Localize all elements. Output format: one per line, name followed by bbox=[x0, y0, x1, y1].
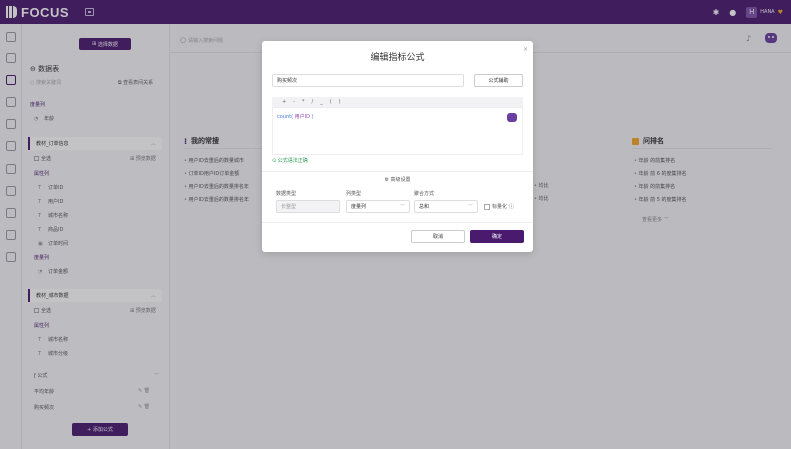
operator-open-paren[interactable]: ( bbox=[330, 99, 332, 105]
column-type-value: 度量列 bbox=[351, 204, 367, 210]
operator-divide[interactable]: / bbox=[312, 99, 314, 105]
syntax-status: ⊙ 公式语法正确 bbox=[272, 157, 308, 164]
robot-icon[interactable] bbox=[507, 113, 517, 122]
data-type-field: 长整型 bbox=[276, 200, 340, 213]
aggregation-select[interactable]: 总和 ﹀ bbox=[414, 200, 478, 213]
normalize-option[interactable]: 标量化 ⓘ bbox=[484, 203, 514, 210]
normalize-label: 标量化 bbox=[492, 204, 508, 210]
formula-function: count( bbox=[277, 114, 294, 120]
advanced-settings-toggle[interactable]: ⚙ 高级设置 bbox=[262, 171, 533, 183]
operator-underscore[interactable]: _ bbox=[320, 99, 323, 105]
footer-divider bbox=[262, 222, 533, 223]
normalize-checkbox[interactable] bbox=[484, 203, 490, 210]
edit-formula-dialog: 编辑指标公式 × 购买频次 公式辅助 + - * / _ ( ) count( … bbox=[262, 41, 533, 252]
column-type-select[interactable]: 度量列 ﹀ bbox=[346, 200, 410, 213]
aggregation-value: 总和 bbox=[419, 204, 430, 210]
syntax-status-text: 公式语法正确 bbox=[277, 158, 308, 164]
formula-name-input[interactable]: 购买频次 bbox=[272, 74, 464, 87]
data-type-label: 数据类型 bbox=[276, 191, 297, 197]
chevron-down-icon: ﹀ bbox=[399, 204, 405, 210]
column-type-label: 列类型 bbox=[346, 191, 362, 197]
close-icon[interactable]: × bbox=[523, 46, 528, 53]
operator-close-paren[interactable]: ) bbox=[339, 99, 341, 105]
chevron-down-icon: ﹀ bbox=[467, 204, 473, 210]
advanced-title: 高级设置 bbox=[390, 177, 411, 183]
confirm-button[interactable]: 确定 bbox=[470, 230, 524, 243]
operator-multiply[interactable]: * bbox=[302, 99, 305, 105]
gear-icon: ⚙ bbox=[384, 177, 389, 183]
formula-assist-button[interactable]: 公式辅助 bbox=[474, 74, 523, 87]
dialog-title: 编辑指标公式 bbox=[370, 53, 425, 63]
formula-expression: count( 用户ID ) bbox=[277, 113, 314, 120]
formula-closing: ) bbox=[311, 114, 314, 120]
help-icon[interactable]: ⓘ bbox=[509, 203, 514, 210]
operator-minus[interactable]: - bbox=[293, 99, 295, 105]
formula-editor[interactable]: count( 用户ID ) bbox=[272, 107, 523, 155]
aggregation-label: 聚合方式 bbox=[414, 191, 435, 197]
operator-plus[interactable]: + bbox=[282, 99, 286, 105]
operator-toolbar: + - * / _ ( ) bbox=[272, 97, 523, 107]
formula-argument: 用户ID bbox=[294, 114, 310, 120]
cancel-button[interactable]: 取消 bbox=[411, 230, 465, 243]
check-icon: ⊙ bbox=[272, 158, 277, 164]
